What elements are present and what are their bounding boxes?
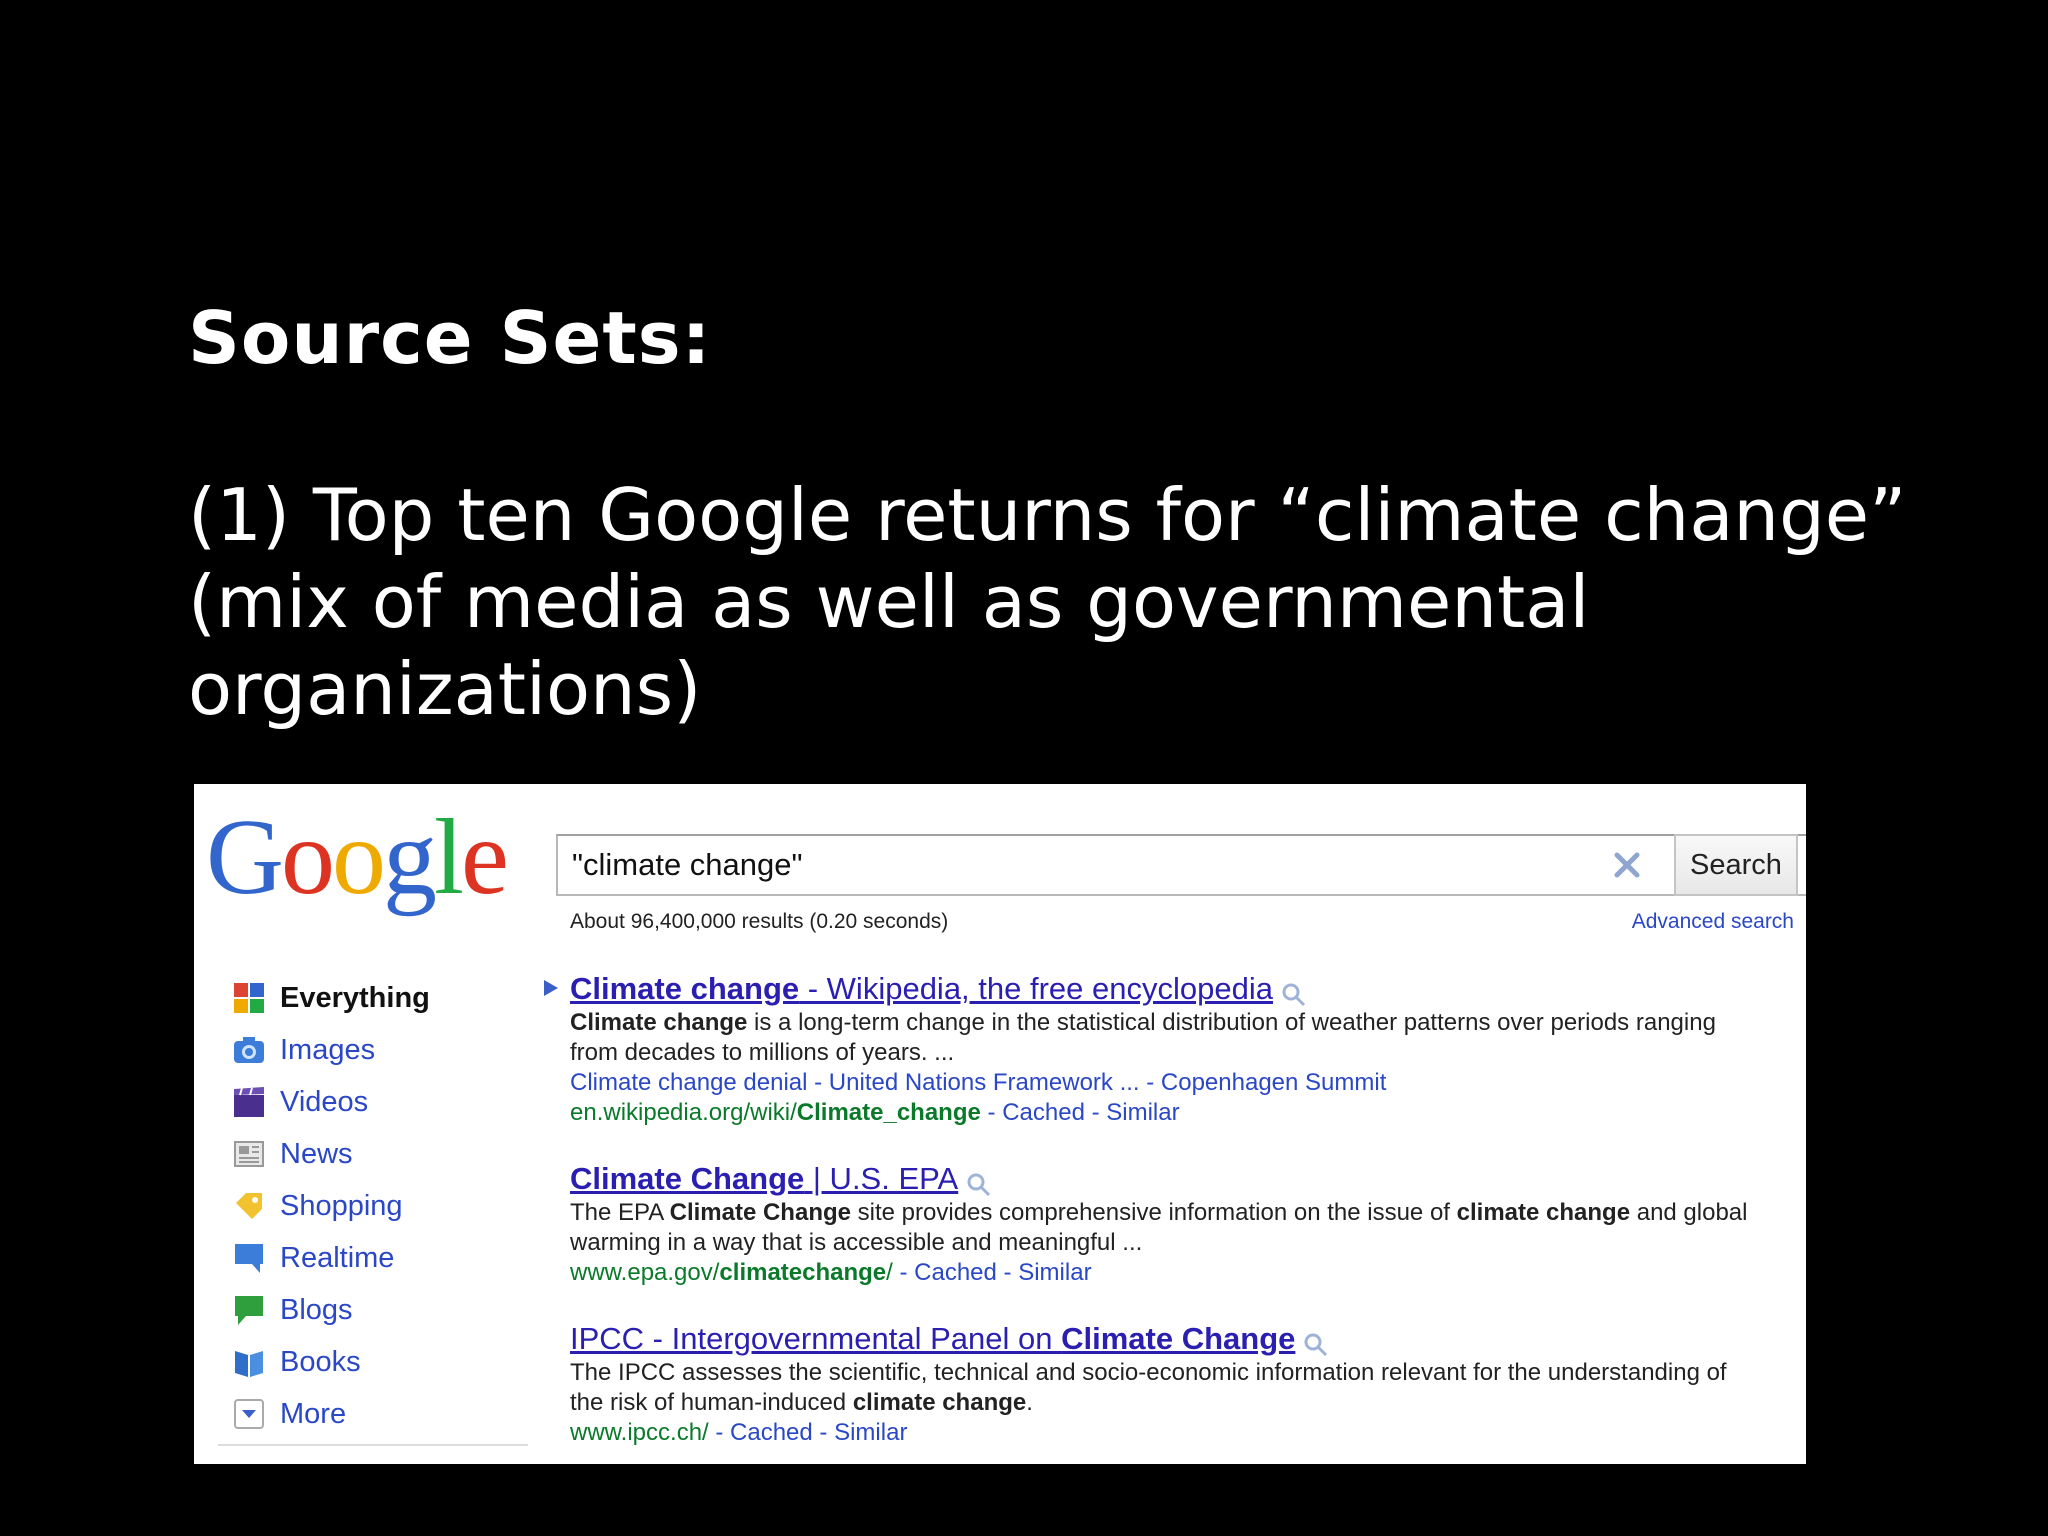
slide: Source Sets: (1) Top ten Google returns … (0, 0, 2048, 1536)
snippet-bold: climate change (852, 1389, 1027, 1416)
results-list: Climate change - Wikipedia, the free enc… (544, 970, 1750, 1464)
nav-item-everything[interactable]: Everything (232, 972, 532, 1024)
url-tail: / (886, 1259, 893, 1286)
chat-bubble-icon (235, 1296, 263, 1325)
nav-item-videos[interactable]: Videos (232, 1076, 532, 1128)
nav-label-realtime: Realtime (280, 1241, 395, 1274)
cached-link[interactable]: Cached (730, 1419, 813, 1446)
nav-label-shopping: Shopping (280, 1189, 403, 1222)
result-stats: About 96,400,000 results (0.20 seconds) (570, 910, 949, 933)
nav-label-images: Images (280, 1033, 376, 1066)
nav-item-more[interactable]: More (232, 1388, 532, 1440)
nav-item-blogs[interactable]: Blogs (232, 1284, 532, 1336)
nav-item-images[interactable]: Images (232, 1024, 532, 1076)
logo-letter-g: G (206, 798, 284, 917)
logo-letter-o2: o (332, 798, 386, 917)
google-logo[interactable]: Google (206, 798, 509, 917)
result-item: Climate change - Wikipedia, the free enc… (544, 970, 1750, 1128)
book-icon (235, 1351, 263, 1377)
nav-label-news: News (280, 1137, 353, 1170)
slide-heading: Source Sets: (188, 296, 712, 380)
similar-link[interactable]: Similar (834, 1419, 907, 1446)
arrow-right-icon (544, 980, 558, 996)
magnifier-icon[interactable] (966, 1172, 992, 1198)
url-bold: climatechange (719, 1259, 887, 1286)
logo-letter-l: l (434, 798, 464, 917)
result-url-line: en.wikipedia.org/wiki/Climate_change - C… (570, 1099, 1180, 1126)
cached-link[interactable]: Cached (914, 1259, 997, 1286)
result-item: IPCC - Intergovernmental Panel on Climat… (570, 1320, 1750, 1448)
google-results-screenshot: Google Search About 96,400,000 results (… (194, 784, 1806, 1464)
result-title-link[interactable]: IPCC - Intergovernmental Panel on Climat… (570, 1320, 1295, 1358)
nav-label-videos: Videos (280, 1085, 369, 1118)
snippet-text: The IPCC assesses the scientific, techni… (570, 1359, 1727, 1416)
advanced-search-link[interactable]: Advanced search (1632, 910, 1794, 934)
result-url: www.ipcc.ch/ (570, 1419, 709, 1446)
snippet-text: The EPA (570, 1199, 670, 1226)
nav-label-everything: Everything (280, 981, 430, 1014)
logo-letter-g2: g (383, 798, 437, 917)
nav-item-realtime[interactable]: Realtime (232, 1232, 532, 1284)
result-url: en.wikipedia.org/wiki/Climate_change (570, 1099, 981, 1126)
left-nav: Everything Images Videos News Shopping R… (232, 972, 532, 1440)
result-title-link[interactable]: Climate Change | U.S. EPA (570, 1160, 958, 1198)
snippet-bold: Climate Change (669, 1199, 851, 1226)
film-icon (234, 1087, 264, 1117)
tag-icon (236, 1193, 262, 1219)
snippet-text: site provides comprehensive information … (850, 1199, 1457, 1226)
url-bold: Climate_change (796, 1099, 981, 1126)
search-box: Search (556, 834, 1806, 896)
url-plain: en.wikipedia.org/wiki/ (570, 1099, 797, 1126)
newspaper-icon (234, 1141, 264, 1167)
result-snippet: The IPCC assesses the scientific, techni… (570, 1358, 1750, 1418)
magnifier-icon[interactable] (1303, 1332, 1329, 1358)
result-snippet: Climate change is a long-term change in … (570, 1008, 1750, 1068)
search-button[interactable]: Search (1674, 834, 1798, 896)
result-url-line: www.ipcc.ch/ - Cached - Similar (570, 1419, 908, 1446)
nav-item-news[interactable]: News (232, 1128, 532, 1180)
snippet-bold: Climate change (570, 1009, 748, 1036)
logo-letter-o1: o (281, 798, 335, 917)
nav-item-shopping[interactable]: Shopping (232, 1180, 532, 1232)
snippet-text: . (1026, 1389, 1033, 1416)
slide-body-text: (1) Top ten Google returns for “climate … (188, 473, 1907, 731)
nav-divider (218, 1444, 528, 1446)
nav-item-books[interactable]: Books (232, 1336, 532, 1388)
result-item: Climate Change | U.S. EPA The EPA Climat… (570, 1160, 1750, 1288)
result-url: www.epa.gov/climatechange/ (570, 1259, 893, 1286)
snippet-bold: climate change (1456, 1199, 1631, 1226)
result-title-bold: Climate Change (1061, 1321, 1296, 1356)
similar-link[interactable]: Similar (1106, 1099, 1179, 1126)
dropdown-icon (234, 1399, 264, 1429)
result-title-plain: IPCC - Intergovernmental Panel on (570, 1321, 1062, 1356)
speech-bubble-icon (235, 1244, 263, 1273)
url-plain: www.epa.gov/ (570, 1259, 720, 1286)
camera-icon (234, 1037, 264, 1063)
result-sublinks[interactable]: Climate change denial - United Nations F… (570, 1068, 1750, 1098)
nav-label-books: Books (280, 1345, 361, 1378)
search-input[interactable] (558, 836, 1658, 894)
result-title-rest: | U.S. EPA (804, 1161, 959, 1196)
result-title-bold: Climate change (570, 971, 800, 1006)
logo-letter-e: e (461, 798, 509, 917)
cached-link[interactable]: Cached (1002, 1099, 1085, 1126)
nav-label-blogs: Blogs (280, 1293, 353, 1326)
result-title-rest: - Wikipedia, the free encyclopedia (799, 971, 1273, 1006)
result-url-line: www.epa.gov/climatechange/ - Cached - Si… (570, 1259, 1092, 1286)
magnifier-icon[interactable] (1281, 982, 1307, 1008)
close-x-icon[interactable] (1608, 846, 1646, 884)
result-snippet: The EPA Climate Change site provides com… (570, 1198, 1750, 1258)
result-title-bold: Climate Change (570, 1161, 805, 1196)
result-title-link[interactable]: Climate change - Wikipedia, the free enc… (570, 970, 1273, 1008)
nav-label-more: More (280, 1397, 347, 1430)
everything-icon (234, 983, 264, 1013)
similar-link[interactable]: Similar (1018, 1259, 1091, 1286)
